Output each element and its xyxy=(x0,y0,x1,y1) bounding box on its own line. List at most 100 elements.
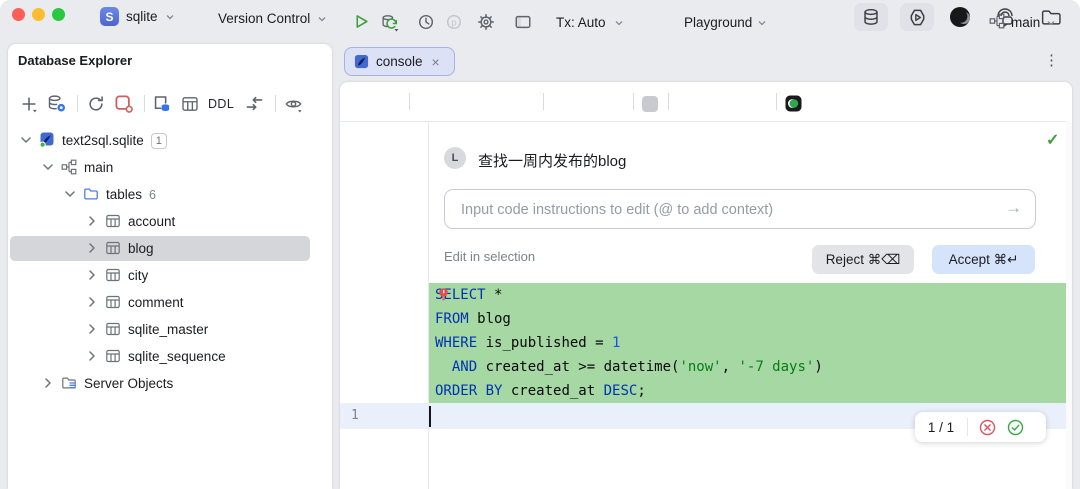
schema-dropdown[interactable]: main xyxy=(1011,15,1040,30)
database-tool-button[interactable] xyxy=(854,3,888,31)
project-menu[interactable]: S sqlite xyxy=(100,7,175,26)
diff-navigation-panel: 1 / 1 xyxy=(915,412,1046,442)
code-line[interactable]: ORDER BY created_at DESC; xyxy=(429,379,1066,403)
run-icon[interactable] xyxy=(353,13,371,31)
tree-item-account[interactable]: account xyxy=(0,208,324,235)
chevron-right-icon[interactable] xyxy=(40,375,56,391)
toolbar-separator xyxy=(668,93,669,110)
tree-item-label: main xyxy=(84,154,113,181)
reject-button[interactable]: Reject ⌘⌫ xyxy=(812,245,914,274)
tree-item-sqlite-master[interactable]: sqlite_master xyxy=(0,316,324,343)
schema-icon xyxy=(61,159,77,175)
toolbar-separator xyxy=(776,93,777,110)
tree-item-label: sqlite_master xyxy=(128,316,208,343)
close-tab-icon[interactable]: × xyxy=(432,54,440,70)
code-line[interactable]: SELECT * xyxy=(429,283,1066,307)
chevron-down-icon[interactable] xyxy=(40,159,56,175)
chevron-down-icon[interactable] xyxy=(62,186,78,202)
gutter-divider xyxy=(428,121,429,489)
tab-console[interactable]: console × xyxy=(344,47,455,76)
svg-text:p: p xyxy=(451,17,456,28)
tree-item-label: comment xyxy=(128,289,184,316)
code-line[interactable]: AND created_at >= datetime('now', '-7 da… xyxy=(429,355,1066,379)
toolbar-separator xyxy=(275,95,276,112)
tree-item-main[interactable]: main xyxy=(0,154,324,181)
sql-code-block[interactable]: SELECT *FROM blogWHERE is_published = 1 … xyxy=(429,283,1066,403)
user-avatar: L xyxy=(444,147,466,169)
tree-item-label: Server Objects xyxy=(84,370,173,397)
maximize-window-button[interactable] xyxy=(52,8,65,21)
ai-prompt-text: 查找一周内发布的blog xyxy=(478,150,626,171)
tree-item-text2sql-sqlite[interactable]: text2sql.sqlite1 xyxy=(0,127,324,154)
version-control-menu[interactable]: Version Control xyxy=(218,11,327,26)
ai-assistant-button[interactable] xyxy=(945,3,975,31)
minimize-window-button[interactable] xyxy=(32,8,45,21)
eye-icon[interactable] xyxy=(284,94,303,113)
divider xyxy=(967,418,968,436)
chevron-right-icon[interactable] xyxy=(84,240,100,256)
toolbar-separator xyxy=(409,93,410,110)
titlebar: S sqlite Version Control xyxy=(0,0,1080,40)
edit-scope-label: Edit in selection xyxy=(444,249,535,264)
disconnect-icon[interactable] xyxy=(114,94,133,113)
server-objects-icon xyxy=(61,375,77,391)
tree-item-label: account xyxy=(128,208,175,235)
chevron-right-icon[interactable] xyxy=(84,267,100,283)
toolbar-separator xyxy=(543,93,544,110)
ai-plugin-icon[interactable] xyxy=(785,95,803,113)
chevron-right-icon[interactable] xyxy=(84,213,100,229)
tree-item-city[interactable]: city xyxy=(0,262,324,289)
tree-item-comment[interactable]: comment xyxy=(0,289,324,316)
code-line[interactable]: FROM blog xyxy=(429,307,1066,331)
chevron-down-icon xyxy=(757,19,767,27)
table-view-icon[interactable] xyxy=(180,94,199,113)
schema-icon xyxy=(989,13,1007,31)
ddl-button[interactable]: DDL xyxy=(208,97,234,111)
ai-instruction-input-wrapper: → xyxy=(444,189,1036,229)
version-control-label: Version Control xyxy=(218,11,310,26)
compare-icon[interactable] xyxy=(245,94,264,113)
tree-item-label: text2sql.sqlite1 xyxy=(62,127,167,154)
tree-item-label: tables6 xyxy=(106,181,156,208)
toolbar-separator xyxy=(633,93,634,110)
playground-dropdown[interactable]: Playground xyxy=(684,15,752,30)
execute-all-icon[interactable] xyxy=(380,13,398,31)
tree-item-server-objects[interactable]: Server Objects xyxy=(0,370,324,397)
more-options-icon[interactable]: ⋮ xyxy=(1044,52,1059,70)
tree-item-label: city xyxy=(128,262,148,289)
settings-icon[interactable] xyxy=(477,13,495,31)
chevron-down-icon[interactable] xyxy=(18,132,34,148)
chevron-down-icon xyxy=(317,14,327,24)
text-cursor xyxy=(429,406,431,427)
close-window-button[interactable] xyxy=(12,8,25,21)
history-icon[interactable] xyxy=(417,13,435,31)
run-configurations-button[interactable] xyxy=(900,3,934,31)
tree-item-sqlite-sequence[interactable]: sqlite_sequence xyxy=(0,343,324,370)
scrollbar-track[interactable] xyxy=(1066,121,1072,489)
tree-item-blog[interactable]: blog xyxy=(0,235,324,262)
database-icon xyxy=(862,8,880,26)
chevron-right-icon[interactable] xyxy=(84,321,100,337)
tx-mode-dropdown[interactable]: Tx: Auto xyxy=(556,15,606,30)
ai-assistant-icon xyxy=(948,5,972,29)
tree-item-tables[interactable]: tables6 xyxy=(0,181,324,208)
code-line[interactable]: WHERE is_published = 1 xyxy=(429,331,1066,355)
table-icon xyxy=(105,240,121,256)
accept-changes-icon[interactable] xyxy=(1007,419,1024,436)
accept-button[interactable]: Accept ⌘↵ xyxy=(932,245,1035,274)
parameters-icon: p xyxy=(445,13,463,31)
editor-toolbar xyxy=(340,82,1072,122)
ai-instruction-input[interactable] xyxy=(459,190,1003,230)
chevron-right-icon[interactable] xyxy=(84,348,100,364)
open-console-icon[interactable] xyxy=(152,94,171,113)
chevron-down-icon xyxy=(165,12,175,22)
layout-icon[interactable] xyxy=(514,13,532,31)
reject-changes-icon[interactable] xyxy=(979,419,996,436)
chevron-right-icon[interactable] xyxy=(84,294,100,310)
plus-icon[interactable] xyxy=(19,94,38,113)
submit-arrow-icon[interactable]: → xyxy=(1005,198,1022,218)
refresh-icon[interactable] xyxy=(86,94,105,113)
tree-item-label: sqlite_sequence xyxy=(128,343,226,370)
inspection-error-icon[interactable] xyxy=(437,287,450,303)
database-settings-icon[interactable] xyxy=(47,94,66,113)
